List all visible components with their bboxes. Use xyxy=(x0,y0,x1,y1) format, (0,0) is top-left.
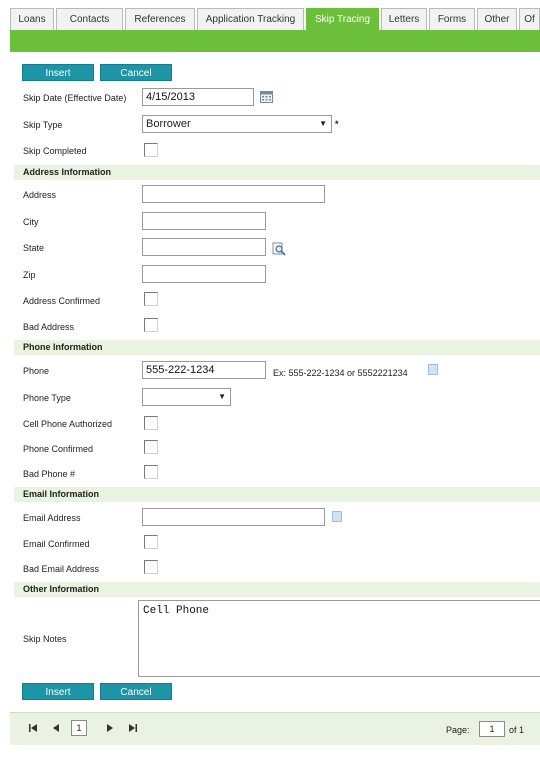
zip-input[interactable] xyxy=(142,265,266,283)
chevron-down-icon: ▼ xyxy=(319,119,327,128)
phone-type-label: Phone Type xyxy=(23,393,71,403)
required-mark: * xyxy=(335,119,339,129)
tab-application-tracking[interactable]: Application Tracking xyxy=(197,8,304,30)
tab-loans[interactable]: Loans xyxy=(10,8,54,30)
tab-letters[interactable]: Letters xyxy=(381,8,427,30)
phone-confirmed-checkbox[interactable] xyxy=(144,440,158,454)
address-confirmed-checkbox[interactable] xyxy=(144,292,158,306)
calendar-icon[interactable] xyxy=(260,91,273,103)
address-label: Address xyxy=(23,190,57,200)
other-section-header: Other Information xyxy=(14,582,540,597)
lookup-icon[interactable] xyxy=(272,242,286,256)
email-address-label: Email Address xyxy=(23,513,81,523)
zip-label: Zip xyxy=(23,270,36,280)
state-input[interactable] xyxy=(142,238,266,256)
cell-phone-authorized-checkbox[interactable] xyxy=(144,416,158,430)
phone-section-header: Phone Information xyxy=(14,340,540,355)
email-confirmed-label: Email Confirmed xyxy=(23,539,90,549)
phone-type-select[interactable]: ▼ xyxy=(142,388,231,406)
pager-bar: 1 Page: 1 of 1 xyxy=(10,712,540,745)
bad-email-address-label: Bad Email Address xyxy=(23,564,100,574)
tab-references[interactable]: References xyxy=(125,8,195,30)
address-input[interactable] xyxy=(142,185,325,203)
state-label: State xyxy=(23,243,45,253)
cell-phone-authorized-label: Cell Phone Authorized xyxy=(23,419,113,429)
last-page-icon[interactable] xyxy=(128,723,138,736)
skip-type-select[interactable]: Borrower ▼ xyxy=(142,115,332,133)
address-confirmed-label: Address Confirmed xyxy=(23,296,101,306)
tab-forms[interactable]: Forms xyxy=(429,8,475,30)
first-page-icon[interactable] xyxy=(28,723,38,736)
cancel-button-top[interactable]: Cancel xyxy=(100,64,172,81)
city-label: City xyxy=(23,217,39,227)
tab-skip-tracing[interactable]: Skip Tracing xyxy=(306,8,379,30)
page-label: Page: xyxy=(446,725,470,735)
skip-completed-label: Skip Completed xyxy=(23,146,87,156)
skip-type-value: Borrower xyxy=(146,118,191,130)
bad-phone-label: Bad Phone # xyxy=(23,469,76,479)
address-section-header: Address Information xyxy=(14,165,540,180)
phone-format-hint: Ex: 555-222-1234 or 5552221234 xyxy=(273,368,408,378)
tab-content-header xyxy=(10,30,540,52)
bad-address-label: Bad Address xyxy=(23,322,75,332)
phone-confirmed-label: Phone Confirmed xyxy=(23,444,94,454)
next-page-icon[interactable] xyxy=(106,723,114,736)
skip-completed-checkbox[interactable] xyxy=(144,143,158,157)
notes-icon[interactable] xyxy=(428,364,438,375)
prev-page-icon[interactable] xyxy=(52,723,60,736)
email-section-header: Email Information xyxy=(14,487,540,502)
tab-contacts[interactable]: Contacts xyxy=(56,8,123,30)
cancel-button-bottom[interactable]: Cancel xyxy=(100,683,172,700)
skip-notes-label: Skip Notes xyxy=(23,634,67,644)
skip-type-label: Skip Type xyxy=(23,120,63,130)
phone-label: Phone xyxy=(23,366,50,376)
email-address-input[interactable] xyxy=(142,508,325,526)
bad-email-address-checkbox[interactable] xyxy=(144,560,158,574)
tab-overflow[interactable]: Of xyxy=(519,8,540,30)
skip-notes-textarea[interactable]: Cell Phone xyxy=(138,600,540,677)
bad-address-checkbox[interactable] xyxy=(144,318,158,332)
phone-input[interactable]: 555-222-1234 xyxy=(142,361,266,379)
skip-date-input[interactable]: 4/15/2013 xyxy=(142,88,254,106)
page-count-label: of 1 xyxy=(509,725,525,735)
skip-notes-value: Cell Phone xyxy=(143,605,210,617)
skip-date-label: Skip Date (Effective Date) xyxy=(23,93,127,103)
notes-icon[interactable] xyxy=(332,511,342,522)
bad-phone-checkbox[interactable] xyxy=(144,465,158,479)
chevron-down-icon: ▼ xyxy=(218,392,226,401)
current-page-indicator[interactable]: 1 xyxy=(71,720,87,736)
tab-other[interactable]: Other xyxy=(477,8,517,30)
email-confirmed-checkbox[interactable] xyxy=(144,535,158,549)
city-input[interactable] xyxy=(142,212,266,230)
insert-button-top[interactable]: Insert xyxy=(22,64,94,81)
tab-bar: Loans Contacts References Application Tr… xyxy=(10,8,540,30)
page-number-input[interactable]: 1 xyxy=(479,721,505,737)
insert-button-bottom[interactable]: Insert xyxy=(22,683,94,700)
